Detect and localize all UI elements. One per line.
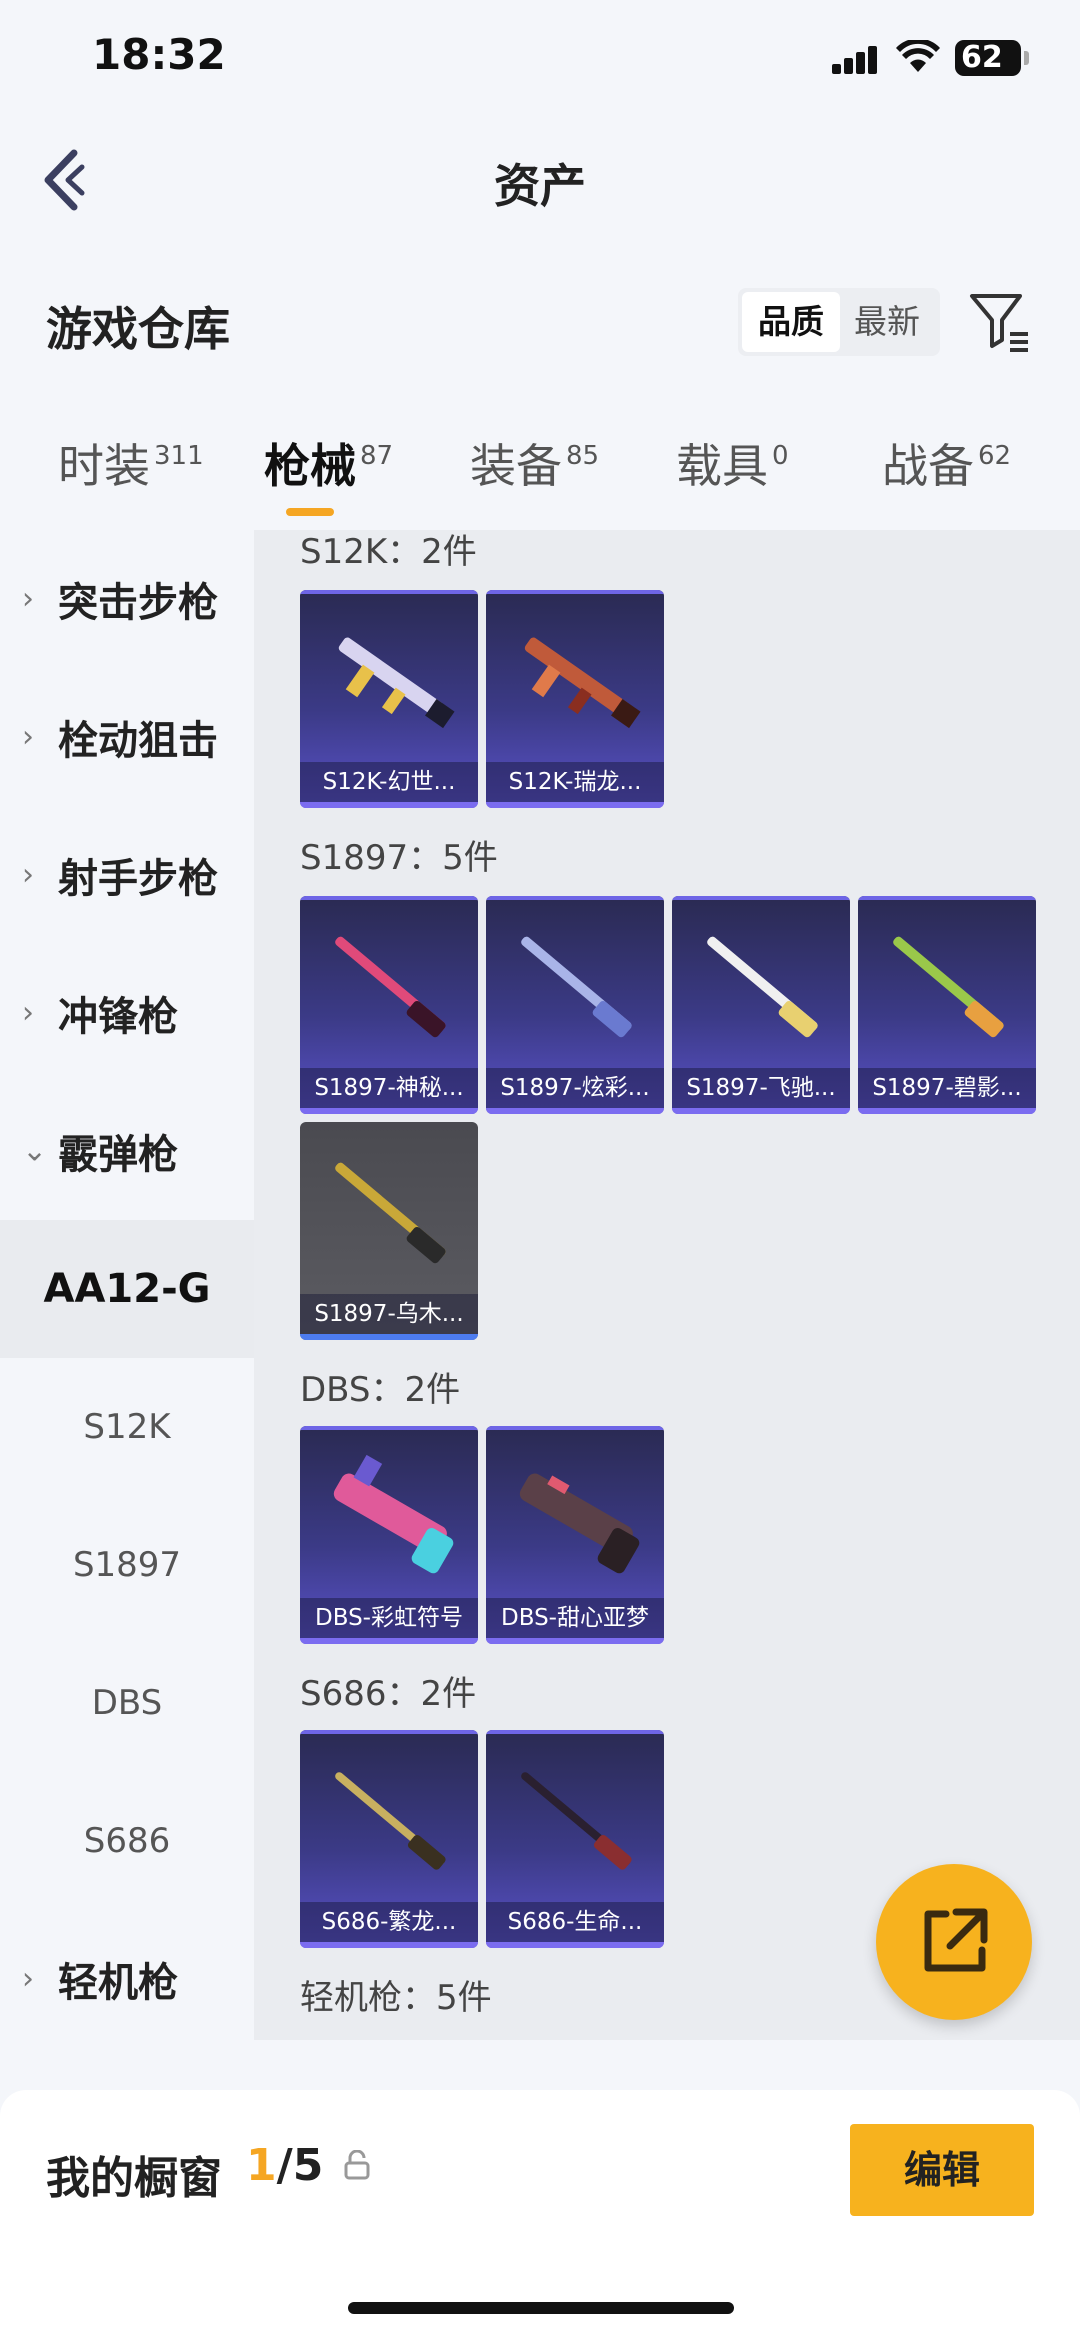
chevron-right-icon: › xyxy=(22,1961,34,1997)
rifle-icon xyxy=(524,637,641,729)
battery-icon: 62 xyxy=(955,40,1029,76)
item-card[interactable]: S12K-瑞龙... xyxy=(486,590,664,808)
shotgun-icon xyxy=(893,936,1004,1038)
page-title: 资产 xyxy=(494,159,586,213)
sidebar-item-assault-rifle[interactable]: › 突击步枪 xyxy=(0,530,254,668)
showcase-count: 1/5 xyxy=(246,2140,324,2191)
sort-toggle: 品质 最新 xyxy=(738,288,940,356)
section-label-s1897: S1897：5件 xyxy=(300,838,498,878)
tab-supplies[interactable]: 战备 62 xyxy=(882,430,1011,496)
shotgun-icon xyxy=(521,936,632,1038)
chevron-right-icon: › xyxy=(22,995,34,1031)
item-card[interactable]: S686-生命... xyxy=(486,1730,664,1948)
tab-indicator xyxy=(286,508,334,516)
section-label-s12k: S12K：2件 xyxy=(300,532,477,572)
item-card[interactable]: DBS-彩虹符号 xyxy=(300,1426,478,1644)
wifi-icon xyxy=(896,40,940,72)
sidebar-subitem-s686[interactable]: S686 xyxy=(0,1772,254,1910)
status-bar: 18:32 62 xyxy=(0,0,1080,120)
item-card[interactable]: S1897-碧影... xyxy=(858,896,1036,1114)
chevron-right-icon: › xyxy=(22,719,34,755)
shotgun-icon xyxy=(333,1454,454,1574)
home-indicator xyxy=(348,2302,734,2314)
edit-button[interactable]: 编辑 xyxy=(850,2124,1034,2216)
share-button[interactable] xyxy=(876,1864,1032,2020)
sidebar-item-marksman-rifle[interactable]: › 射手步枪 xyxy=(0,806,254,944)
shotgun-icon xyxy=(335,1772,446,1870)
shotgun-icon xyxy=(707,936,818,1038)
chevron-right-icon: › xyxy=(22,857,34,893)
chevron-right-icon: › xyxy=(22,581,34,617)
tab-fashion[interactable]: 时装 311 xyxy=(58,430,204,496)
section-label-lmg: 轻机枪：5件 xyxy=(300,1978,492,2018)
item-card[interactable]: S686-繁龙... xyxy=(300,1730,478,1948)
item-card[interactable]: DBS-甜心亚梦 xyxy=(486,1426,664,1644)
filter-icon[interactable] xyxy=(968,290,1032,354)
sidebar-subitem-aa12g[interactable]: AA12-G xyxy=(0,1220,254,1358)
item-grid: S12K：2件 S12K-幻世... S12K-瑞龙... S1897：5件 S… xyxy=(254,530,1080,2040)
share-icon xyxy=(924,1908,988,1972)
status-time: 18:32 xyxy=(92,30,226,79)
shotgun-icon xyxy=(521,1772,632,1870)
tab-vehicles[interactable]: 载具 0 xyxy=(676,430,789,496)
signal-icon xyxy=(832,44,880,74)
sidebar-subitem-s1897[interactable]: S1897 xyxy=(0,1496,254,1634)
rifle-icon xyxy=(338,637,455,729)
category-tabs: 时装 311 枪械 87 装备 85 载具 0 战备 62 xyxy=(0,430,1080,530)
item-card[interactable]: S1897-神秘... xyxy=(300,896,478,1114)
shotgun-icon xyxy=(335,936,446,1038)
tab-weapons[interactable]: 枪械 87 xyxy=(264,430,393,496)
sort-newest-button[interactable]: 最新 xyxy=(838,292,936,352)
sidebar-item-shotgun[interactable]: ⌄ 霰弹枪 xyxy=(0,1082,254,1220)
tab-equipment[interactable]: 装备 85 xyxy=(470,430,599,496)
section-label-s686: S686：2件 xyxy=(300,1674,477,1714)
chevron-down-icon: ⌄ xyxy=(22,1133,48,1169)
sidebar-item-lmg[interactable]: › 轻机枪 xyxy=(0,1910,254,2048)
lock-icon xyxy=(344,2150,370,2180)
section-label-dbs: DBS：2件 xyxy=(300,1370,461,1410)
item-card[interactable]: S1897-炫彩... xyxy=(486,896,664,1114)
item-card[interactable]: S1897-飞驰... xyxy=(672,896,850,1114)
shotgun-icon xyxy=(335,1162,446,1264)
warehouse-title: 游戏仓库 xyxy=(46,302,230,356)
sidebar: › 突击步枪 › 栓动狙击 › 射手步枪 › 冲锋枪 ⌄ 霰弹枪 AA12-G … xyxy=(0,530,254,2040)
item-card[interactable]: S12K-幻世... xyxy=(300,590,478,808)
sidebar-item-smg[interactable]: › 冲锋枪 xyxy=(0,944,254,1082)
sidebar-subitem-s12k[interactable]: S12K xyxy=(0,1358,254,1496)
shotgun-icon xyxy=(519,1473,640,1574)
sidebar-item-bolt-sniper[interactable]: › 栓动狙击 xyxy=(0,668,254,806)
sidebar-subitem-dbs[interactable]: DBS xyxy=(0,1634,254,1772)
sort-quality-button[interactable]: 品质 xyxy=(742,292,840,352)
showcase-label: 我的橱窗 xyxy=(46,2153,222,2204)
item-card[interactable]: S1897-乌木... xyxy=(300,1122,478,1340)
